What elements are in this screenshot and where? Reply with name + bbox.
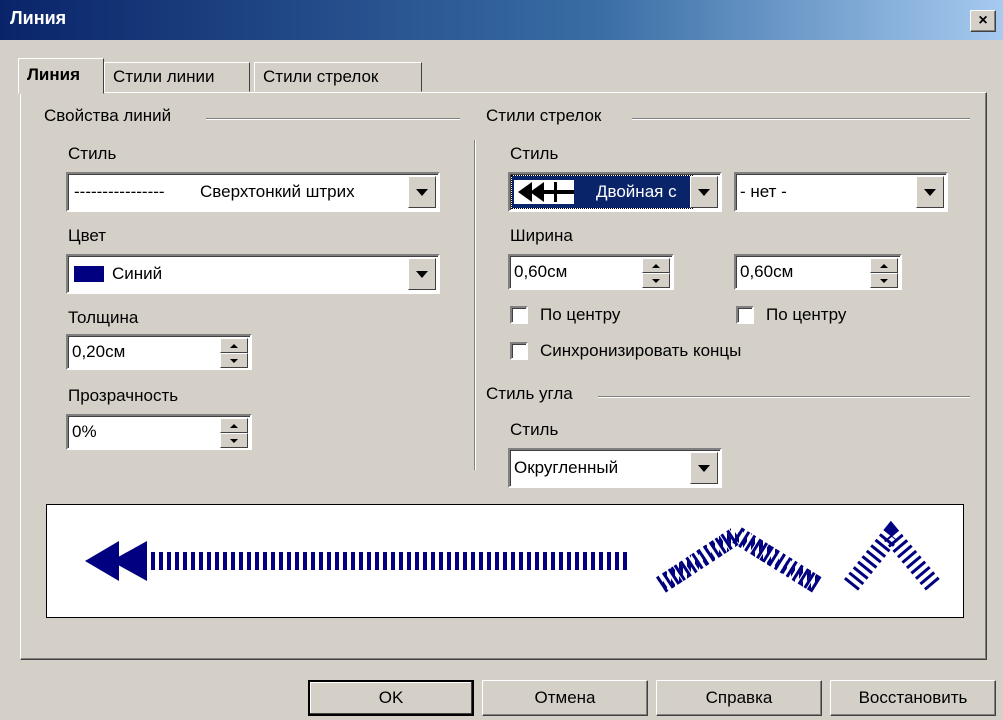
line-style-label: Стиль [68, 144, 117, 163]
arrow-width-label: Ширина [510, 226, 573, 245]
spin-up-button[interactable] [220, 418, 248, 433]
sync-ends-checkbox[interactable] [510, 342, 528, 360]
column-separator [474, 140, 476, 470]
title-bar [0, 0, 1003, 40]
help-button[interactable]: Справка [656, 680, 822, 716]
corner-preview-1 [656, 524, 822, 593]
preview-drawing [85, 520, 940, 593]
start-arrow-value: Двойная с [596, 182, 677, 201]
start-width-value: 0,60см [514, 262, 568, 281]
chevron-down-icon [416, 270, 428, 278]
end-center-checkbox[interactable] [736, 306, 754, 324]
corner-style-dropdown[interactable]: Округленный [508, 448, 722, 488]
color-swatch [74, 266, 104, 282]
arrow-up-icon [230, 343, 238, 348]
dropdown-button[interactable] [408, 176, 436, 208]
width-label: Толщина [68, 308, 139, 327]
arrow-up-icon [230, 423, 238, 428]
start-center-label: По центру [540, 305, 621, 324]
reset-button[interactable]: Восстановить [830, 680, 996, 716]
width-value: 0,20см [72, 342, 126, 361]
arrow-down-icon [230, 438, 238, 443]
dropdown-button[interactable] [690, 452, 718, 484]
spin-up-button[interactable] [642, 258, 670, 273]
close-button[interactable]: × [970, 10, 996, 32]
start-center-checkbox[interactable] [510, 306, 528, 324]
spin-down-button[interactable] [220, 353, 248, 368]
transparency-spin[interactable]: 0% [66, 414, 252, 450]
dropdown-button[interactable] [690, 176, 718, 208]
chevron-down-icon [416, 188, 428, 196]
start-arrow-dropdown[interactable]: Двойная с [508, 172, 722, 212]
tab-line[interactable]: Линия [18, 58, 104, 94]
spin-down-button[interactable] [220, 433, 248, 448]
corner-style-group-label: Стиль угла [486, 384, 573, 403]
arrow-styles-group-label: Стили стрелок [486, 106, 602, 125]
double-arrow-icon [514, 180, 574, 204]
window-title: Линия [10, 8, 67, 28]
transparency-value: 0% [72, 422, 97, 441]
dashed-line [147, 552, 631, 570]
color-value: Синий [112, 264, 163, 283]
color-label: Цвет [68, 226, 107, 245]
arrow-up-icon [652, 263, 660, 268]
line-preview [46, 504, 964, 618]
end-arrow-value: - нет - [740, 182, 787, 201]
sync-ends-label: Синхронизировать концы [540, 341, 742, 360]
tab-line-styles[interactable]: Стили линии [104, 62, 250, 92]
chevron-down-icon [924, 188, 936, 196]
spin-up-button[interactable] [870, 258, 898, 273]
color-dropdown[interactable]: Синий [66, 254, 440, 294]
chevron-down-icon [698, 464, 710, 472]
cancel-button[interactable]: Отмена [482, 680, 648, 716]
group-divider [598, 396, 970, 398]
arrow-down-icon [230, 358, 238, 363]
dropdown-button[interactable] [916, 176, 944, 208]
arrow-style-label: Стиль [510, 144, 559, 163]
line-style-value: Сверхтонкий штрих [200, 182, 355, 201]
chevron-down-icon [698, 188, 710, 196]
dash-preview: ---------------- [74, 182, 165, 201]
ok-button[interactable]: OK [308, 680, 474, 716]
spin-down-button[interactable] [642, 273, 670, 288]
arrow-down-icon [652, 278, 660, 283]
line-properties-group-label: Свойства линий [44, 106, 172, 125]
dropdown-button[interactable] [408, 258, 436, 290]
arrow-down-icon [880, 278, 888, 283]
spin-down-button[interactable] [870, 273, 898, 288]
group-divider [632, 118, 970, 120]
corner-preview-2 [843, 520, 940, 591]
end-center-label: По центру [766, 305, 847, 324]
transparency-label: Прозрачность [68, 386, 179, 405]
width-spin[interactable]: 0,20см [66, 334, 252, 370]
close-icon: × [978, 12, 988, 29]
start-arrow-width-spin[interactable]: 0,60см [508, 254, 674, 290]
tab-arrow-styles[interactable]: Стили стрелок [254, 62, 422, 92]
end-width-value: 0,60см [740, 262, 794, 281]
arrow-up-icon [880, 263, 888, 268]
end-arrow-dropdown[interactable]: - нет - [734, 172, 948, 212]
corner-style-label: Стиль [510, 420, 559, 439]
line-style-dropdown[interactable]: ---------------- Сверхтонкий штрих [66, 172, 440, 212]
group-divider [206, 118, 460, 120]
corner-style-value: Округленный [514, 458, 619, 477]
end-arrow-width-spin[interactable]: 0,60см [734, 254, 902, 290]
spin-up-button[interactable] [220, 338, 248, 353]
